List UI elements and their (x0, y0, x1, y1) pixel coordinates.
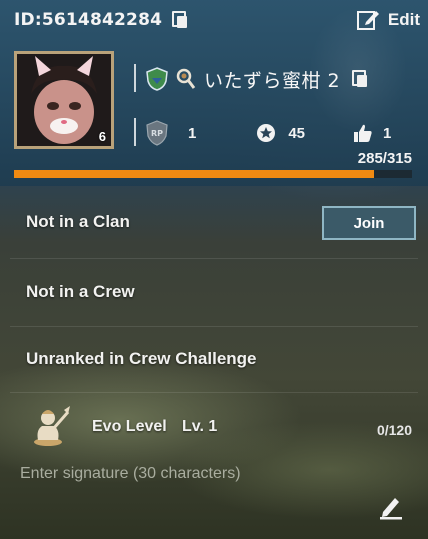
evo-character-icon (34, 406, 70, 446)
shield-emblem-icon (146, 67, 168, 91)
xp-progress-fill (14, 170, 375, 178)
row-divider (10, 258, 418, 259)
evo-progress: 0/120 (376, 422, 412, 438)
stats-row: RP 1 45 1 (146, 120, 391, 146)
player-id-row: ID:5614842284 (14, 8, 188, 32)
player-id: ID:5614842284 (14, 10, 163, 30)
edit-label: Edit (387, 10, 420, 29)
likes-value: 1 (383, 124, 392, 142)
edit-button[interactable]: Edit (356, 6, 420, 34)
svg-text:RP: RP (151, 129, 163, 138)
crew-challenge-status: Unranked in Crew Challenge (26, 349, 257, 368)
avatar-photo (17, 54, 111, 146)
player-name-row: いたずら蜜柑 2 (146, 64, 368, 94)
row-divider (10, 392, 418, 393)
row-divider (10, 326, 418, 327)
signature-input[interactable] (20, 462, 360, 486)
star-icon (257, 124, 276, 142)
copy-id-icon[interactable] (172, 11, 188, 29)
xp-progress-bar (14, 170, 412, 178)
edit-icon (356, 11, 379, 30)
clan-status: Not in a Clan (26, 212, 130, 231)
avatar-level: 6 (98, 129, 106, 144)
crew-status: Not in a Crew (26, 282, 135, 301)
key-icon (176, 68, 196, 89)
star-value: 45 (288, 124, 306, 142)
rp-value: 1 (188, 124, 197, 142)
divider (134, 64, 136, 92)
thumbs-up-icon[interactable] (353, 123, 373, 143)
evo-level-label: Evo Level (92, 418, 167, 435)
pencil-icon[interactable] (378, 494, 404, 520)
player-name: いたずら蜜柑 2 (204, 69, 341, 92)
avatar[interactable]: 6 (14, 51, 114, 149)
join-clan-button[interactable]: Join (322, 206, 416, 240)
evo-level-value: Lv. 1 (182, 418, 218, 435)
copy-name-icon[interactable] (352, 70, 368, 88)
divider (134, 118, 136, 146)
xp-text: 285/315 (357, 150, 412, 167)
rp-badge-icon: RP (146, 120, 168, 146)
